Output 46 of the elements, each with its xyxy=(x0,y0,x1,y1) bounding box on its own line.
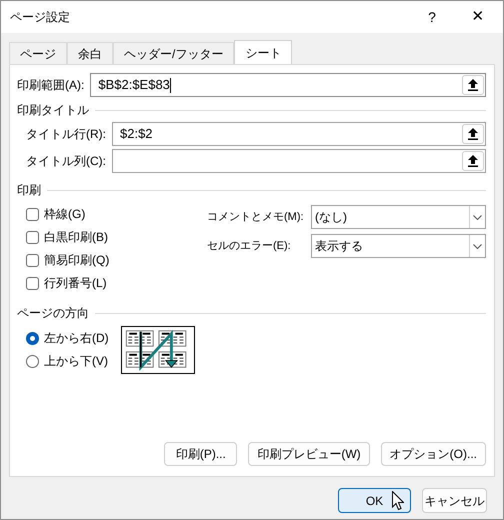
panel-button[interactable]: 印刷(P)... xyxy=(164,442,238,466)
panel-button[interactable]: 印刷プレビュー(W) xyxy=(248,442,370,466)
up-arrow-icon xyxy=(468,155,478,167)
checkbox-label: 簡易印刷(Q) xyxy=(44,252,110,269)
dialog-button[interactable]: キャンセル xyxy=(422,488,487,513)
chevron-down-icon xyxy=(473,214,482,220)
dialog-button[interactable]: OK xyxy=(338,488,411,513)
collapse-dialog-button[interactable] xyxy=(462,151,484,171)
checkbox[interactable] xyxy=(26,230,39,244)
group-heading: 印刷 xyxy=(17,182,41,199)
tab[interactable]: 余白 xyxy=(67,42,113,64)
dropdown-label: セルのエラー(E): xyxy=(207,238,292,254)
radio-label: 左から右(D) xyxy=(44,330,109,347)
checkbox[interactable] xyxy=(26,254,39,266)
dropdown[interactable]: 表示する xyxy=(311,234,486,258)
reference-field[interactable]: $2:$2 xyxy=(112,122,486,146)
collapse-dialog-button[interactable] xyxy=(462,124,484,144)
chevron-down-icon xyxy=(473,244,482,248)
radio-button[interactable] xyxy=(26,354,39,368)
checkbox-label: 白黒印刷(B) xyxy=(44,229,108,246)
field-label: タイトル列(C): xyxy=(26,153,106,170)
mouse-cursor-icon xyxy=(392,491,404,511)
checkbox-label: 枠線(G) xyxy=(44,206,86,223)
checkbox[interactable] xyxy=(26,208,39,220)
up-arrow-icon xyxy=(468,128,478,140)
up-arrow-icon xyxy=(468,79,478,91)
help-button[interactable]: ? xyxy=(409,1,455,33)
group-heading: 印刷タイトル xyxy=(17,102,89,119)
group-heading: ページの方向 xyxy=(17,305,89,322)
collapse-dialog-button[interactable] xyxy=(462,75,484,95)
window-title: ページ設定 xyxy=(10,9,71,26)
checkbox-label: 行列番号(L) xyxy=(44,275,107,292)
reference-field[interactable]: $B$2:$E$83 xyxy=(90,73,486,97)
tab[interactable]: シート xyxy=(234,40,292,64)
radio-label: 上から下(V) xyxy=(44,353,108,370)
dropdown[interactable]: (なし) xyxy=(311,205,486,229)
close-button[interactable]: ✕ xyxy=(455,1,501,33)
tab[interactable]: ヘッダー/フッター xyxy=(113,42,234,64)
radio-button[interactable] xyxy=(26,332,39,344)
tab[interactable]: ページ xyxy=(9,42,67,64)
field-label: タイトル行(R): xyxy=(26,126,106,143)
reference-field[interactable] xyxy=(112,149,486,173)
panel-button[interactable]: オプション(O)... xyxy=(380,442,486,466)
field-label: 印刷範囲(A): xyxy=(17,77,84,94)
checkbox[interactable] xyxy=(26,276,39,290)
dropdown-label: コメントとメモ(M): xyxy=(207,210,305,225)
